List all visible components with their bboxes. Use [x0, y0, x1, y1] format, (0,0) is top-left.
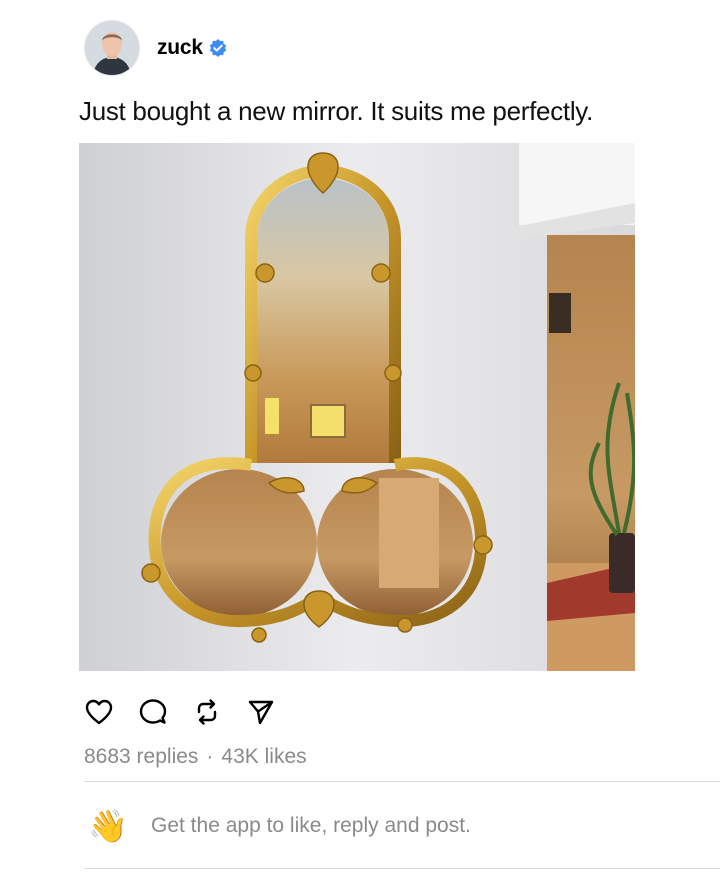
repost-icon	[197, 699, 217, 725]
post-header: zuck	[84, 20, 228, 76]
heart-icon	[85, 699, 113, 725]
post-caption: Just bought a new mirror. It suits me pe…	[79, 96, 593, 126]
avatar[interactable]	[84, 20, 140, 76]
waving-hand-icon: 👋	[88, 808, 128, 844]
verified-badge-icon	[208, 38, 228, 58]
stats-separator: ·	[206, 745, 214, 768]
get-app-prompt[interactable]: 👋 Get the app to like, reply and post.	[88, 808, 471, 844]
post-actions	[84, 697, 300, 727]
replies-count[interactable]: 8683 replies	[84, 745, 198, 768]
share-button[interactable]	[246, 697, 276, 727]
mirror-photo	[79, 143, 635, 671]
like-button[interactable]	[84, 697, 114, 727]
divider-bottom	[84, 868, 720, 869]
divider-top	[84, 781, 720, 782]
comment-icon	[139, 699, 167, 724]
avatar-image	[85, 21, 139, 75]
post-image[interactable]	[79, 143, 635, 671]
likes-count[interactable]: 43K likes	[221, 745, 306, 768]
username[interactable]: zuck	[157, 36, 203, 60]
reply-button[interactable]	[138, 697, 168, 727]
post-stats: 8683 replies · 43K likes	[84, 745, 307, 769]
repost-button[interactable]	[192, 697, 222, 727]
get-app-text: Get the app to like, reply and post.	[151, 814, 471, 837]
share-icon	[248, 700, 274, 725]
